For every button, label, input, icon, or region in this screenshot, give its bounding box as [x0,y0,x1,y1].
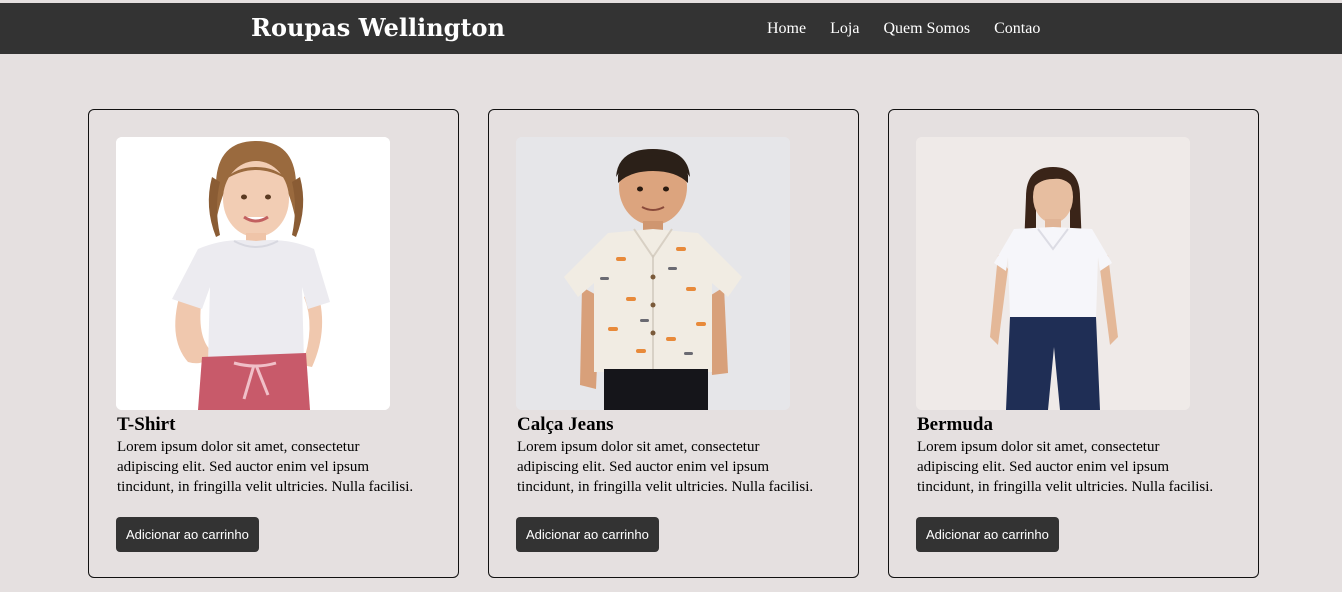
nav-link-quem-somos[interactable]: Quem Somos [883,20,970,37]
product-image [916,137,1190,410]
add-to-cart-button[interactable]: Adicionar ao carrinho [916,517,1059,552]
nav-item-contato: Contao [994,19,1040,39]
nav-link-contato[interactable]: Contao [994,20,1040,37]
woman-tshirt-photo [916,137,1190,410]
product-card: T-Shirt Lorem ipsum dolor sit amet, cons… [88,109,459,578]
nav-link-loja[interactable]: Loja [830,20,859,37]
product-image [116,137,390,410]
product-title: T-Shirt [117,414,176,435]
product-description: Lorem ipsum dolor sit amet, consectetur … [517,439,814,495]
product-description: Lorem ipsum dolor sit amet, consectetur … [917,439,1214,495]
product-card: Bermuda Lorem ipsum dolor sit amet, cons… [888,109,1259,578]
product-card: Calça Jeans Lorem ipsum dolor sit amet, … [488,109,859,578]
add-to-cart-button[interactable]: Adicionar ao carrinho [116,517,259,552]
product-description: Lorem ipsum dolor sit amet, consectetur … [117,439,414,495]
girl-tshirt-photo [116,137,390,410]
product-title: Bermuda [917,414,993,435]
site-header: Roupas Wellington Home Loja Quem Somos C… [0,3,1342,54]
nav-item-loja: Loja [830,19,859,39]
add-to-cart-button[interactable]: Adicionar ao carrinho [516,517,659,552]
boy-shirt-photo [516,137,790,410]
page-background: Roupas Wellington Home Loja Quem Somos C… [0,0,1342,592]
site-brand[interactable]: Roupas Wellington [251,13,505,43]
nav-link-home[interactable]: Home [767,20,806,37]
product-image [516,137,790,410]
product-title: Calça Jeans [517,414,614,435]
nav-item-quem-somos: Quem Somos [883,19,970,39]
nav-item-home: Home [767,19,806,39]
main-nav: Home Loja Quem Somos Contao [767,19,1040,39]
